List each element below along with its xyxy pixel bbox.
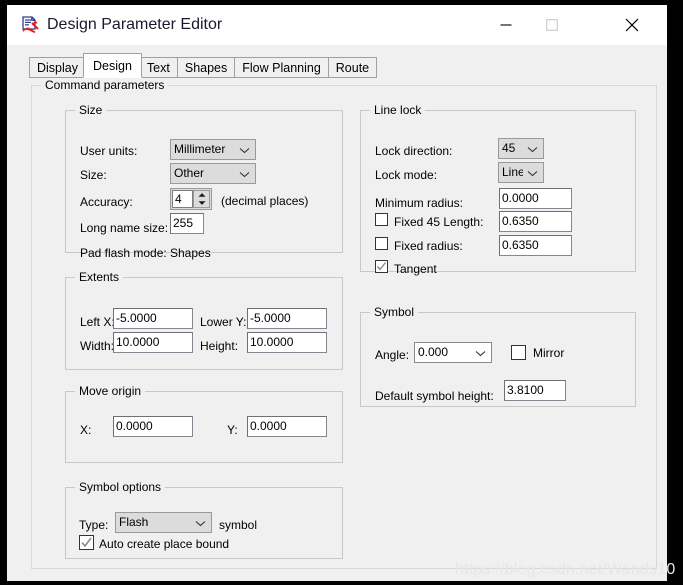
design-parameter-editor-window: Design Parameter Editor Display Design T… (7, 5, 675, 581)
lower-y-label: Lower Y: (200, 315, 247, 329)
tab-strip: Display Design Text Shapes Flow Planning Rout… (29, 53, 378, 78)
move-origin-y-input[interactable]: 0.0000 (247, 416, 327, 437)
tab-text[interactable]: Text (138, 57, 178, 78)
close-icon (625, 18, 639, 32)
symbol-type-label: Type: (79, 518, 109, 532)
angle-label: Angle: (375, 348, 410, 362)
auto-create-place-bound-checkbox[interactable] (79, 535, 94, 550)
size-value: Other (174, 166, 205, 180)
tab-design[interactable]: Design (83, 53, 142, 78)
long-name-size-label: Long name size: (80, 221, 169, 235)
check-icon (81, 537, 92, 548)
lock-direction-label: Lock direction: (375, 144, 453, 158)
fixed-45-length-label: Fixed 45 Length: (394, 215, 484, 229)
maximize-button[interactable] (529, 5, 575, 45)
user-units-value: Millimeter (174, 142, 226, 156)
mirror-label: Mirror (533, 346, 565, 360)
left-x-label: Left X: (80, 315, 115, 329)
accuracy-input[interactable]: 4 (172, 190, 193, 208)
line-lock-legend: Line lock (370, 103, 426, 117)
fixed-radius-checkbox[interactable] (375, 237, 388, 250)
minimum-radius-label: Minimum radius: (375, 196, 464, 210)
lock-direction-combo[interactable]: 45 (498, 138, 544, 159)
tangent-label: Tangent (394, 262, 437, 276)
move-origin-y-label: Y: (227, 423, 238, 437)
move-origin-x-input[interactable]: 0.0000 (113, 416, 193, 437)
height-input[interactable]: 10.0000 (247, 332, 327, 353)
user-units-combo[interactable]: Millimeter (170, 139, 256, 160)
command-parameters-legend: Command parameters (41, 78, 169, 92)
size-label: Size: (80, 168, 107, 182)
symbol-legend: Symbol (370, 305, 419, 319)
angle-value: 0.000 (418, 345, 449, 359)
accuracy-spin-down[interactable] (194, 199, 209, 207)
window-titlebar: Design Parameter Editor (7, 5, 667, 45)
symbol-type-value: Flash (119, 515, 149, 529)
close-button[interactable] (609, 5, 655, 45)
tab-flow-planning[interactable]: Flow Planning (234, 57, 329, 78)
size-legend: Size (75, 103, 107, 117)
accuracy-spin-buttons[interactable] (193, 190, 210, 208)
width-label: Width: (80, 339, 115, 353)
lock-direction-value: 45 (502, 141, 516, 155)
chevron-down-icon (195, 514, 206, 532)
default-symbol-height-input[interactable]: 3.8100 (504, 380, 566, 401)
maximize-icon (546, 19, 558, 31)
symbol-type-combo[interactable]: Flash (115, 512, 212, 533)
fixed-45-length-input[interactable]: 0.6350 (499, 211, 572, 232)
symbol-options-legend: Symbol options (75, 480, 166, 494)
auto-create-place-bound-label: Auto create place bound (99, 537, 230, 551)
chevron-down-icon (527, 140, 538, 158)
lock-mode-value: Line (502, 165, 523, 179)
width-input[interactable]: 10.0000 (113, 332, 193, 353)
lock-mode-combo[interactable]: Line (498, 162, 544, 183)
accuracy-suffix-label: (decimal places) (221, 194, 309, 208)
height-label: Height: (200, 339, 239, 353)
lock-mode-label: Lock mode: (375, 168, 438, 182)
accuracy-label: Accuracy: (80, 195, 133, 209)
user-units-label: User units: (80, 144, 138, 158)
extents-legend: Extents (75, 270, 124, 284)
chevron-down-icon (475, 344, 486, 362)
size-combo[interactable]: Other (170, 163, 256, 184)
angle-combo[interactable]: 0.000 (414, 342, 492, 363)
fixed-radius-input[interactable]: 0.6350 (499, 235, 572, 256)
move-origin-x-label: X: (80, 423, 92, 437)
pad-flash-mode-value: Shapes (170, 246, 211, 260)
fixed-45-length-checkbox[interactable] (375, 213, 388, 226)
screenshot-root: Design Parameter Editor Display Design T… (0, 0, 683, 585)
tab-display[interactable]: Display (29, 57, 86, 78)
minimize-button[interactable] (483, 5, 529, 45)
mirror-checkbox[interactable] (511, 345, 526, 360)
caret-up-icon (198, 193, 205, 197)
minimum-radius-input[interactable]: 0.0000 (499, 188, 572, 209)
chevron-down-icon (239, 165, 250, 183)
accuracy-stepper[interactable]: 4 (170, 188, 212, 210)
chevron-down-icon (527, 164, 538, 182)
pad-flash-mode-label: Pad flash mode: (80, 246, 167, 260)
lower-y-input[interactable]: -5.0000 (247, 308, 327, 329)
tab-route[interactable]: Route (327, 57, 378, 78)
left-x-input[interactable]: -5.0000 (113, 308, 193, 329)
symbol-type-suffix-label: symbol (219, 518, 258, 532)
minimize-icon (500, 24, 512, 26)
tab-shapes[interactable]: Shapes (176, 57, 236, 78)
tangent-checkbox[interactable] (375, 260, 388, 273)
caret-down-icon (198, 201, 205, 205)
app-icon (20, 15, 40, 35)
chevron-down-icon (239, 141, 250, 159)
fixed-radius-label: Fixed radius: (394, 239, 463, 253)
default-symbol-height-label: Default symbol height: (375, 389, 494, 403)
window-title: Design Parameter Editor (47, 16, 223, 33)
move-origin-legend: Move origin (75, 384, 146, 398)
watermark-text: https://blog.csdn.net/Wands10 (455, 561, 676, 578)
check-icon (376, 262, 387, 271)
accuracy-spin-up[interactable] (194, 191, 209, 199)
long-name-size-input[interactable]: 255 (170, 213, 204, 234)
